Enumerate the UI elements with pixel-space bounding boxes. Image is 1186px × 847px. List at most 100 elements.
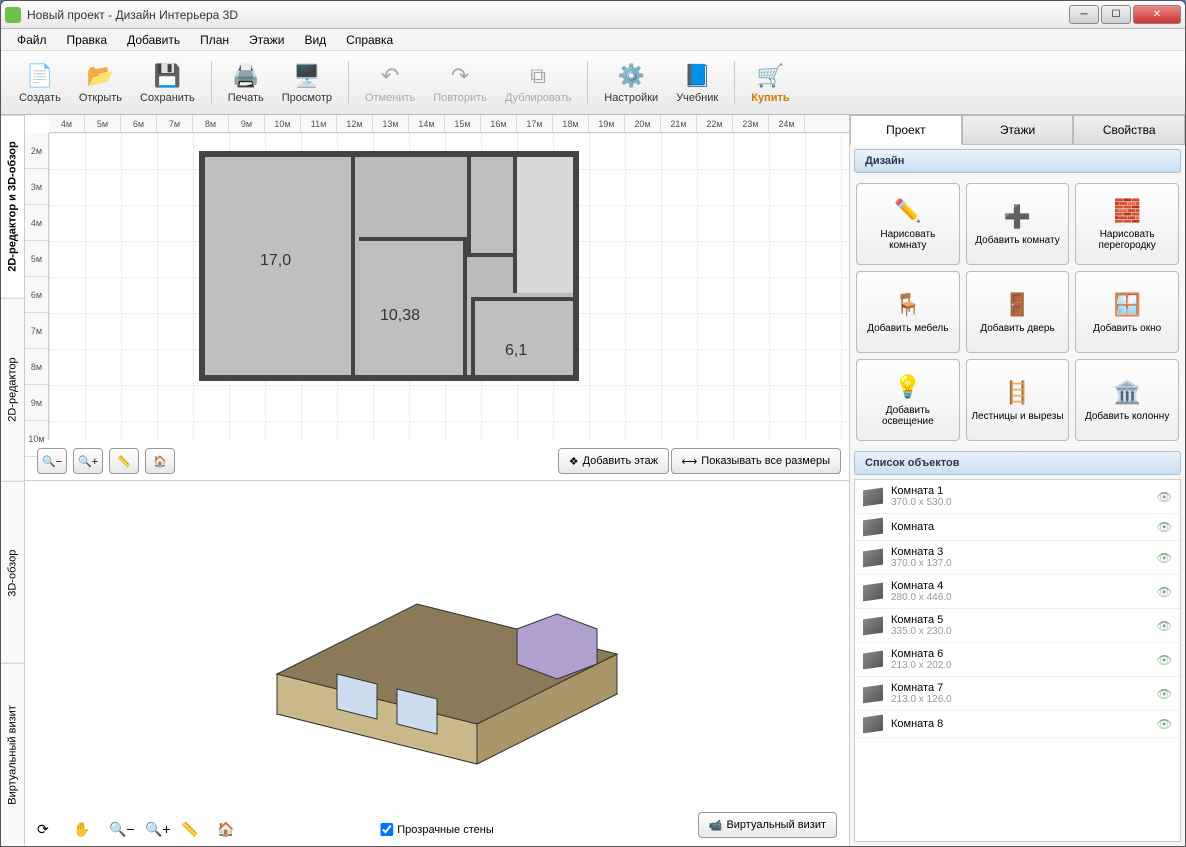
tab-properties[interactable]: Свойства [1073, 115, 1185, 145]
settings-button[interactable]: ⚙️Настройки [596, 58, 666, 108]
undo-button[interactable]: ↶Отменить [357, 58, 423, 108]
list-item[interactable]: Комната 4280.0 x 446.0👁 [855, 575, 1180, 609]
maximize-button[interactable]: ☐ [1101, 5, 1131, 24]
list-item[interactable]: Комната 3370.0 x 137.0👁 [855, 541, 1180, 575]
visibility-icon[interactable]: 👁 [1157, 619, 1172, 633]
wall-icon: 🧱 [1113, 197, 1141, 225]
list-item[interactable]: Комната 👁 [855, 514, 1180, 541]
menu-view[interactable]: Вид [296, 31, 334, 49]
list-item[interactable]: Комната 1370.0 x 530.0👁 [855, 480, 1180, 514]
close-button[interactable]: ✕ [1133, 5, 1181, 24]
book-icon: 📘 [683, 62, 711, 90]
cube-icon [863, 616, 883, 635]
home-button[interactable]: 🏠 [145, 448, 175, 474]
window-icon: 🪟 [1113, 291, 1141, 319]
zoom-out-3d-button[interactable]: 🔍− [109, 821, 139, 838]
add-furniture-button[interactable]: 🪑Добавить мебель [856, 271, 960, 353]
stairs-icon: 🪜 [1003, 379, 1031, 407]
print-button[interactable]: 🖨️Печать [220, 58, 272, 108]
visibility-icon[interactable]: 👁 [1157, 551, 1172, 565]
stairs-button[interactable]: 🪜Лестницы и вырезы [966, 359, 1070, 441]
room-a-label: 17,0 [260, 252, 291, 270]
draw-room-button[interactable]: ✏️Нарисовать комнату [856, 183, 960, 265]
zoom-in-3d-button[interactable]: 🔍+ [145, 821, 175, 838]
preview-button[interactable]: 🖥️Просмотр [274, 58, 340, 108]
list-item[interactable]: Комната 8👁 [855, 711, 1180, 738]
object-name: Комната 6 [891, 648, 1149, 660]
tab-virtual[interactable]: Виртуальный визит [1, 663, 24, 846]
home-3d-button[interactable]: 🏠 [217, 821, 247, 838]
menu-help[interactable]: Справка [338, 31, 401, 49]
visibility-icon[interactable]: 👁 [1157, 520, 1172, 534]
3d-model[interactable] [217, 534, 657, 794]
add-floor-button[interactable]: ❖Добавить этаж [558, 448, 669, 474]
room-c[interactable] [471, 297, 573, 375]
visibility-icon[interactable]: 👁 [1157, 585, 1172, 599]
measure-3d-button[interactable]: 📏 [181, 821, 211, 838]
object-list[interactable]: Комната 1370.0 x 530.0👁Комната👁Комната 3… [854, 479, 1181, 842]
tab-floors[interactable]: Этажи [962, 115, 1074, 145]
visibility-icon[interactable]: 👁 [1157, 653, 1172, 667]
buy-button[interactable]: 🛒Купить [743, 58, 797, 108]
list-item[interactable]: Комната 6213.0 x 202.0👁 [855, 643, 1180, 677]
tab-3d[interactable]: 3D-обзор [1, 481, 24, 664]
titlebar: Новый проект - Дизайн Интерьера 3D ─ ☐ ✕ [1, 1, 1185, 29]
2d-viewport[interactable]: 4м5м6м7м8м9м10м11м12м13м14м15м16м17м18м1… [25, 115, 849, 480]
object-dim: 213.0 x 126.0 [891, 694, 1149, 705]
save-button[interactable]: 💾Сохранить [132, 58, 203, 108]
transparent-walls-input[interactable] [380, 823, 393, 836]
ruler-horizontal: 4м5м6м7м8м9м10м11м12м13м14м15м16м17м18м1… [49, 115, 849, 133]
floorplan[interactable]: 17,0 10,38 6,1 [199, 151, 579, 381]
gear-icon: ⚙️ [617, 62, 645, 90]
pan-button[interactable]: ✋ [73, 821, 103, 838]
rotate-button[interactable]: ⟳ [37, 821, 67, 838]
door-icon: 🚪 [1003, 291, 1031, 319]
tutorial-button[interactable]: 📘Учебник [668, 58, 726, 108]
3d-viewport[interactable]: ⟳ ✋ 🔍− 🔍+ 📏 🏠 Прозрачные стены 📹Виртуаль… [25, 480, 849, 846]
zoom-in-button[interactable]: 🔍+ [73, 448, 103, 474]
visibility-icon[interactable]: 👁 [1157, 490, 1172, 504]
transparent-walls-checkbox[interactable]: Прозрачные стены [380, 823, 493, 836]
zoom-out-button[interactable]: 🔍− [37, 448, 67, 474]
2d-controls: 🔍− 🔍+ 📏 🏠 [37, 448, 175, 474]
open-button[interactable]: 📂Открыть [71, 58, 130, 108]
menu-add[interactable]: Добавить [119, 31, 188, 49]
menubar: Файл Правка Добавить План Этажи Вид Спра… [1, 29, 1185, 51]
object-name: Комната [891, 521, 1149, 533]
tab-2d[interactable]: 2D-редактор [1, 298, 24, 481]
minimize-button[interactable]: ─ [1069, 5, 1099, 24]
create-button[interactable]: 📄Создать [11, 58, 69, 108]
visibility-icon[interactable]: 👁 [1157, 717, 1172, 731]
object-name: Комната 1 [891, 485, 1149, 497]
copy-icon: ⧉ [524, 62, 552, 90]
list-item[interactable]: Комната 7213.0 x 126.0👁 [855, 677, 1180, 711]
add-light-button[interactable]: 💡Добавить освещение [856, 359, 960, 441]
add-door-button[interactable]: 🚪Добавить дверь [966, 271, 1070, 353]
add-window-button[interactable]: 🪟Добавить окно [1075, 271, 1179, 353]
2d-canvas[interactable]: 17,0 10,38 6,1 [49, 133, 849, 440]
tab-2d-3d[interactable]: 2D-редактор и 3D-обзор [1, 115, 24, 298]
print-icon: 🖨️ [232, 62, 260, 90]
duplicate-button[interactable]: ⧉Дублировать [497, 58, 579, 108]
add-column-button[interactable]: 🏛️Добавить колонну [1075, 359, 1179, 441]
menu-floors[interactable]: Этажи [241, 31, 292, 49]
room-d[interactable] [467, 157, 513, 257]
menu-edit[interactable]: Правка [59, 31, 116, 49]
draw-wall-button[interactable]: 🧱Нарисовать перегородку [1075, 183, 1179, 265]
menu-plan[interactable]: План [192, 31, 237, 49]
folder-icon: 📂 [86, 62, 114, 90]
new-file-icon: 📄 [26, 62, 54, 90]
visibility-icon[interactable]: 👁 [1157, 687, 1172, 701]
menu-file[interactable]: Файл [9, 31, 55, 49]
show-dimensions-button[interactable]: ⟷Показывать все размеры [671, 448, 841, 474]
measure-button[interactable]: 📏 [109, 448, 139, 474]
tab-project[interactable]: Проект [850, 115, 962, 145]
room-b[interactable] [359, 237, 467, 375]
list-item[interactable]: Комната 5335.0 x 230.0👁 [855, 609, 1180, 643]
virtual-visit-button[interactable]: 📹Виртуальный визит [698, 812, 837, 838]
ruler-vertical: 2м3м4м5м6м7м8м9м10м [25, 133, 49, 440]
room-e[interactable] [513, 157, 573, 293]
redo-button[interactable]: ↷Повторить [425, 58, 495, 108]
undo-icon: ↶ [376, 62, 404, 90]
add-room-button[interactable]: ➕Добавить комнату [966, 183, 1070, 265]
